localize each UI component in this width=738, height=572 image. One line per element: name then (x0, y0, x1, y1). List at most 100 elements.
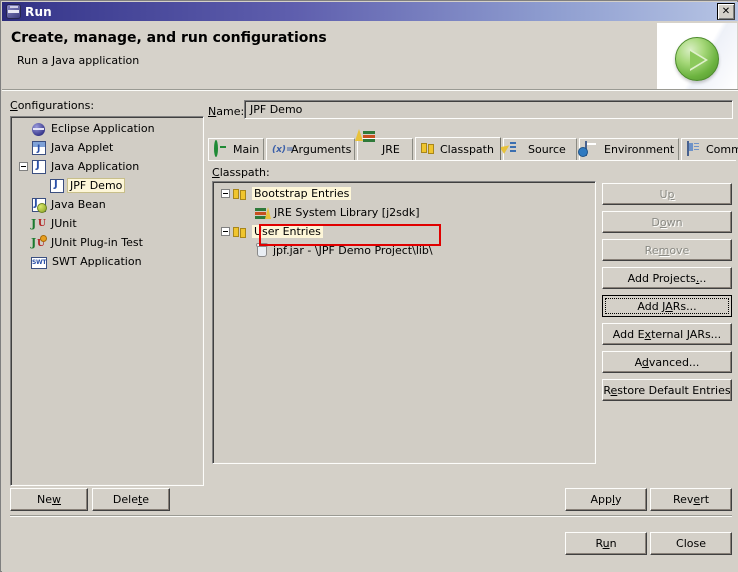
button-delete[interactable]: Delete (92, 488, 170, 511)
tab-label: JRE (382, 143, 400, 156)
button-label: Add External JARs... (613, 328, 721, 341)
junit-plugin-icon: JU (31, 236, 47, 250)
tab-source[interactable]: Source (503, 138, 577, 160)
arguments-tab-icon: (x)= (272, 142, 287, 157)
window-title: Run (25, 5, 52, 19)
classpath-entry-label: User Entries (252, 225, 323, 238)
tab-label: Classpath (440, 143, 494, 156)
jre-tab-icon (363, 142, 378, 157)
sidebar-item-java-application[interactable]: Java Application (13, 157, 201, 176)
button-label: Advanced... (635, 356, 700, 369)
jar-icon (255, 243, 269, 258)
sidebar-item-label: JPF Demo (67, 178, 125, 193)
tab-environment[interactable]: Environment (579, 138, 679, 160)
title-bar-buttons: ✕ (717, 3, 736, 20)
main-tab-icon (214, 142, 229, 157)
collapse-icon[interactable] (19, 162, 28, 171)
tab-jre[interactable]: JRE (357, 138, 413, 160)
junit-icon: JU (31, 217, 46, 231)
collapse-icon[interactable] (221, 227, 230, 236)
button-add-projects[interactable]: Add Projects... (602, 267, 732, 289)
green-play-icon (657, 23, 737, 89)
button-remove: Remove (602, 239, 732, 261)
java-applet-icon (32, 141, 46, 155)
sidebar-item-java-applet[interactable]: Java Applet (13, 138, 201, 157)
classpath-entry-icon (233, 187, 249, 201)
tab-common[interactable]: Common (681, 138, 738, 160)
sidebar-item-label: SWT Application (50, 255, 144, 268)
focus-ring: Add JARs... (605, 298, 729, 314)
tab-label: Main (233, 143, 259, 156)
tab-main[interactable]: Main (208, 138, 264, 160)
classpath-entry-icon (233, 225, 249, 239)
button-up: Up (602, 183, 732, 205)
button-down: Down (602, 211, 732, 233)
classpath-tab-icon (421, 142, 436, 157)
tab-label: Common (706, 143, 738, 156)
configurations-label: Configurations: (10, 99, 94, 112)
button-run[interactable]: Run (565, 532, 647, 555)
button-restore-default-entries[interactable]: Restore Default Entries (602, 379, 732, 401)
configurations-tree[interactable]: Eclipse Application Java Applet Java Appli… (10, 116, 204, 486)
button-label: Remove (645, 244, 690, 257)
classpath-entry-row[interactable]: jpf.jar - \JPF Demo Project\lib\ (215, 241, 593, 260)
java-application-icon (50, 179, 64, 193)
classpath-entry-row[interactable]: Bootstrap Entries (215, 184, 593, 203)
collapse-icon[interactable] (221, 189, 230, 198)
classpath-tree[interactable]: Bootstrap Entries JRE System Library [j2s… (212, 181, 596, 464)
tab-label: Environment (604, 143, 674, 156)
classpath-entry-label: Bootstrap Entries (252, 187, 351, 200)
button-label: Restore Default Entries (603, 384, 730, 397)
button-label: Close (676, 537, 706, 550)
sidebar-item-java-bean[interactable]: Java Bean (13, 195, 201, 214)
eclipse-app-icon (32, 123, 45, 136)
button-label: Up (659, 188, 674, 201)
button-label: New (37, 493, 61, 506)
classpath-label: Classpath: (212, 166, 270, 179)
name-label: Name: (208, 105, 244, 118)
close-icon[interactable]: ✕ (717, 3, 735, 20)
source-tab-icon (509, 142, 524, 157)
button-new[interactable]: New (10, 488, 88, 511)
sidebar-item-swt-application[interactable]: SWTSWT Application (13, 252, 201, 271)
run-configurations-dialog: Run ✕ Create, manage, and run configurat… (0, 0, 738, 572)
title-bar: Run ✕ (2, 2, 738, 21)
sidebar-item-label: Java Application (49, 160, 141, 173)
button-label: Add Projects... (628, 272, 707, 285)
button-label: Delete (113, 493, 149, 506)
tab-classpath[interactable]: Classpath (415, 137, 501, 160)
swt-icon: SWT (31, 257, 47, 269)
sidebar-item-label: Java Bean (49, 198, 108, 211)
sidebar-item-eclipse-application[interactable]: Eclipse Application (13, 119, 201, 138)
classpath-entry-row[interactable]: User Entries (215, 222, 593, 241)
tab-label: Arguments (291, 143, 351, 156)
sidebar-item-junit-plug-in-test[interactable]: JUJUnit Plug-in Test (13, 233, 201, 252)
sidebar-item-label: Eclipse Application (49, 122, 157, 135)
button-advanced[interactable]: Advanced... (602, 351, 732, 373)
button-add-jars[interactable]: Add JARs... (602, 295, 732, 317)
tab-label: Source (528, 143, 566, 156)
sidebar-item-junit[interactable]: JUJUnit (13, 214, 201, 233)
sidebar-item-jpf-demo[interactable]: JPF Demo (13, 176, 201, 195)
classpath-entry-label: jpf.jar - \JPF Demo Project\lib\ (273, 244, 433, 257)
java-application-icon (32, 160, 46, 174)
classpath-entry-row[interactable]: JRE System Library [j2sdk] (215, 203, 593, 222)
button-revert[interactable]: Revert (650, 488, 732, 511)
button-add-external-jars[interactable]: Add External JARs... (602, 323, 732, 345)
button-label: Apply (590, 493, 621, 506)
sidebar-item-label: JUnit Plug-in Test (49, 236, 145, 249)
classpath-entry-label: JRE System Library [j2sdk] (274, 206, 420, 219)
button-close[interactable]: Close (650, 532, 732, 555)
dialog-header: Create, manage, and run configurations R… (2, 21, 738, 90)
sidebar-item-label: JUnit (49, 217, 79, 230)
java-bean-icon (32, 198, 46, 212)
page-subtitle: Run a Java application (17, 54, 139, 67)
button-label: Revert (673, 493, 709, 506)
sidebar-item-label: Java Applet (49, 141, 115, 154)
button-apply[interactable]: Apply (565, 488, 647, 511)
button-label: Run (595, 537, 616, 550)
tab-bar[interactable]: Main (x)= Arguments JRE Classpath Source Envir… (208, 138, 736, 160)
tab-arguments[interactable]: (x)= Arguments (266, 138, 355, 160)
name-input[interactable]: JPF Demo (244, 100, 733, 119)
jre-library-icon (255, 206, 271, 220)
